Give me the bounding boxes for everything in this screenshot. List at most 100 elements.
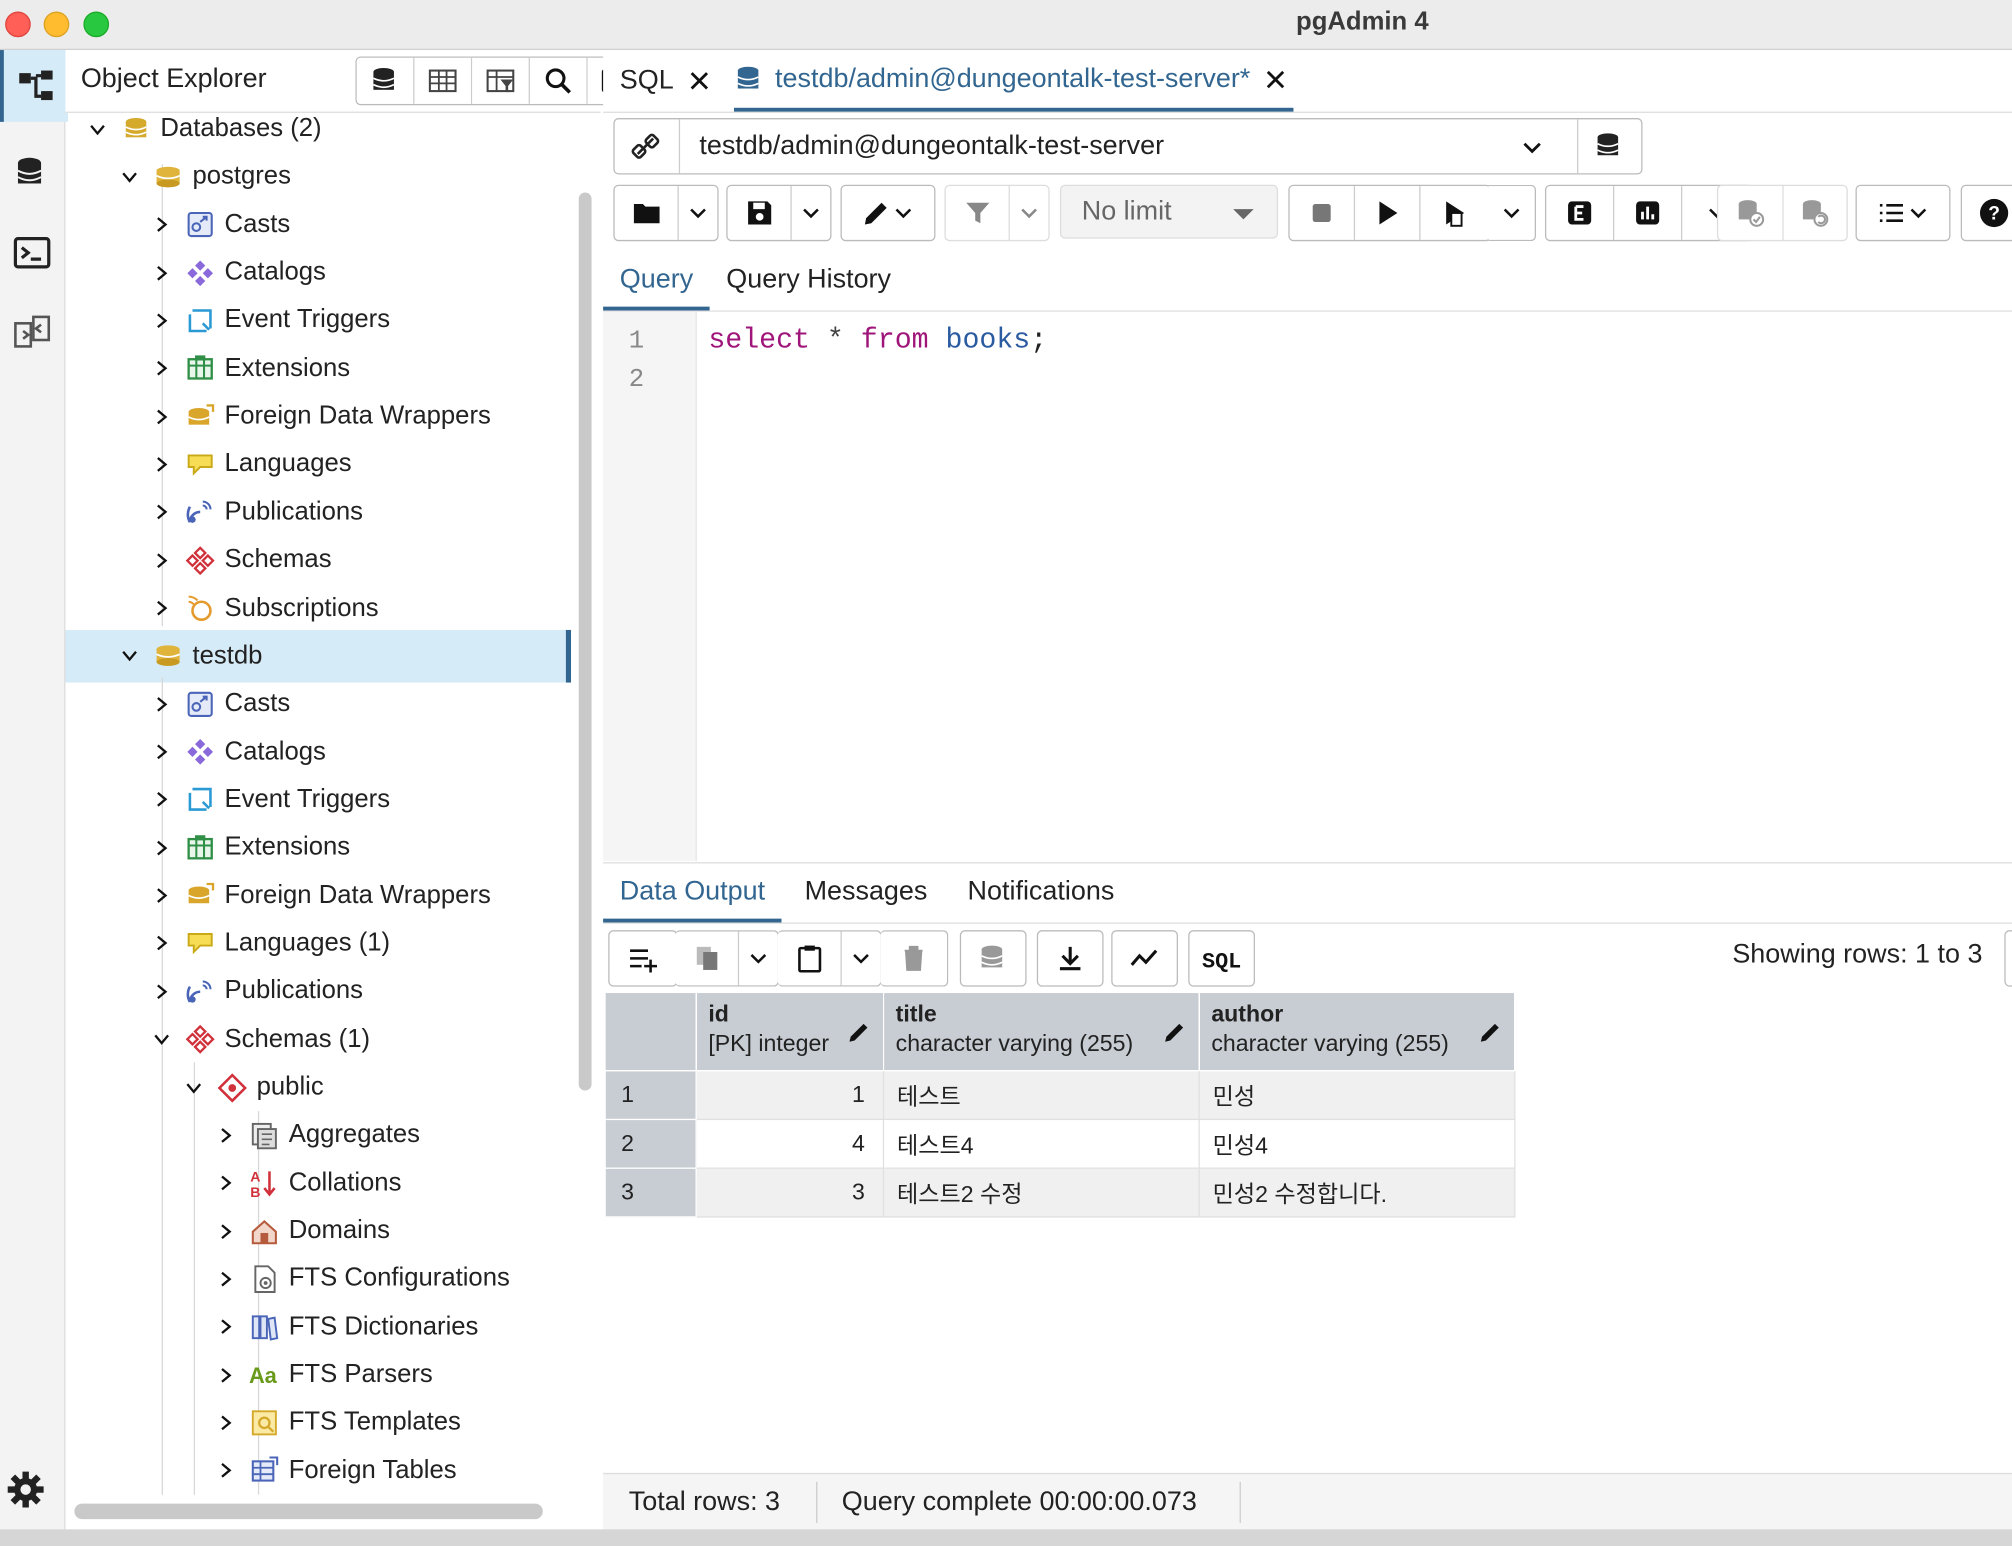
chevron-right-icon[interactable] (213, 1314, 239, 1340)
object-explorer-rail-button[interactable] (0, 50, 69, 122)
chevron-right-icon[interactable] (213, 1170, 239, 1196)
tree-node-pg-subscriptions[interactable]: Subscriptions (149, 584, 379, 631)
paste-button[interactable] (778, 931, 841, 985)
tree-node-domains[interactable]: Domains (213, 1207, 390, 1254)
tree-node-fts-configurations[interactable]: FTS Configurations (213, 1255, 510, 1302)
tree-node-fts-dictionaries[interactable]: FTS Dictionaries (213, 1303, 478, 1350)
tree-node-pg-fdw[interactable]: Foreign Data Wrappers (149, 393, 491, 440)
cell-id[interactable]: 3 (695, 1167, 885, 1218)
database-icon[interactable] (1594, 131, 1625, 162)
sql-editor[interactable]: 1 2 select * from books; (603, 311, 2012, 861)
tree-node-fts-templates[interactable]: FTS Templates (213, 1399, 461, 1446)
table-row[interactable]: 2 4 테스트4 민성4 (604, 1118, 1516, 1169)
tree-node-t-catalogs[interactable]: Catalogs (149, 728, 326, 775)
chevron-right-icon[interactable] (149, 547, 175, 573)
save-data-button[interactable] (959, 930, 1027, 987)
minimize-window-button[interactable] (43, 11, 70, 38)
chevron-right-icon[interactable] (149, 595, 175, 621)
execute-script-button[interactable] (1421, 186, 1490, 240)
graph-visualiser-button[interactable] (1111, 930, 1178, 987)
sql-button[interactable]: SQL (1188, 930, 1255, 987)
tree-node-t-fdw[interactable]: Foreign Data Wrappers (149, 872, 491, 919)
tree-node-pg-casts[interactable]: Casts (149, 201, 290, 248)
filtered-rows-button[interactable] (472, 57, 530, 104)
cell-title[interactable]: 테스트2 수정 (882, 1167, 1200, 1218)
rollback-button[interactable] (1783, 186, 1847, 240)
tree-node-pg-catalogs[interactable]: Catalogs (149, 249, 326, 296)
tab-query-history[interactable]: Query History (726, 251, 891, 307)
chevron-right-icon[interactable] (149, 308, 175, 334)
close-window-button[interactable] (5, 11, 31, 38)
save-file-button[interactable] (728, 186, 791, 240)
help-button[interactable]: ? (1960, 184, 2012, 242)
chevron-right-icon[interactable] (149, 404, 175, 430)
tab-query[interactable]: Query (603, 251, 710, 311)
tree-node-postgres[interactable]: postgres (117, 153, 291, 200)
chevron-right-icon[interactable] (149, 452, 175, 478)
tree-node-t-schemas[interactable]: Schemas (1) (149, 1016, 370, 1063)
tree-node-t-event-triggers[interactable]: Event Triggers (149, 776, 390, 823)
schema-diff-rail-button[interactable] (0, 296, 64, 368)
cell-author[interactable]: 민성 (1198, 1070, 1516, 1121)
tree-horizontal-scrollbar[interactable] (74, 1503, 543, 1520)
chevron-right-icon[interactable] (149, 739, 175, 765)
tree-node-collations[interactable]: A B Collations (213, 1159, 401, 1206)
cell-title[interactable]: 테스트 (882, 1070, 1200, 1121)
copy-button[interactable] (675, 931, 738, 985)
column-header-title[interactable]: title character varying (255) (882, 991, 1200, 1072)
tree-node-fts-parsers[interactable]: Aa FTS Parsers (213, 1351, 433, 1398)
row-number-header[interactable] (604, 991, 697, 1072)
chevron-right-icon[interactable] (149, 979, 175, 1005)
macros-button[interactable] (1855, 184, 1951, 242)
close-icon[interactable] (687, 68, 713, 94)
query-tool-rail-button[interactable] (0, 137, 64, 209)
gear-icon[interactable] (5, 1469, 46, 1510)
chevron-right-icon[interactable] (213, 1410, 239, 1436)
paste-options-button[interactable] (842, 931, 880, 985)
add-row-button[interactable] (608, 930, 678, 987)
chevron-down-icon[interactable] (117, 643, 143, 669)
filter-button[interactable] (946, 186, 1009, 240)
table-row[interactable]: 3 3 테스트2 수정 민성2 수정합니다. (604, 1167, 1516, 1218)
explain-button[interactable] (1546, 186, 1613, 240)
tree-node-pg-languages[interactable]: Languages (149, 441, 352, 488)
delete-row-button[interactable] (880, 930, 949, 987)
tree-vertical-scrollbar[interactable] (578, 192, 592, 1091)
open-file-menu-button[interactable] (679, 186, 717, 240)
download-button[interactable] (1036, 930, 1104, 987)
row-limit-select[interactable]: No limit (1059, 184, 1279, 239)
chevron-right-icon[interactable] (149, 499, 175, 525)
cancel-query-button[interactable] (1290, 186, 1354, 240)
row-number[interactable]: 3 (604, 1167, 697, 1218)
open-file-button[interactable] (615, 186, 678, 240)
edit-menu-button[interactable] (840, 184, 936, 242)
tab-query-tool[interactable]: testdb/admin@dungeontalk-test-server* (733, 50, 1294, 112)
chevron-right-icon[interactable] (213, 1458, 239, 1484)
copy-options-button[interactable] (740, 931, 778, 985)
tab-sql[interactable]: SQL (620, 50, 712, 112)
chevron-down-icon[interactable] (117, 164, 143, 190)
cell-id[interactable]: 4 (695, 1118, 885, 1169)
chevron-down-icon[interactable] (149, 1027, 175, 1053)
tree-node-t-casts[interactable]: Casts (149, 680, 290, 727)
connection-selector[interactable]: testdb/admin@dungeontalk-test-server (613, 118, 1643, 175)
cell-author[interactable]: 민성4 (1198, 1118, 1516, 1169)
pagination-button[interactable] (2004, 930, 2012, 987)
table-row[interactable]: 1 1 테스트 민성 (604, 1070, 1516, 1121)
tree-node-testdb[interactable]: testdb (117, 632, 262, 679)
explain-analyze-button[interactable] (1614, 186, 1681, 240)
chevron-down-icon[interactable] (181, 1075, 207, 1101)
tree-node-pg-publications[interactable]: Publications (149, 489, 363, 536)
tree-node-t-publications[interactable]: Publications (149, 968, 363, 1015)
column-header-id[interactable]: id [PK] integer (695, 991, 885, 1072)
commit-button[interactable] (1718, 186, 1782, 240)
chevron-right-icon[interactable] (149, 212, 175, 238)
cell-id[interactable]: 1 (695, 1070, 885, 1121)
tree-node-t-languages[interactable]: Languages (1) (149, 920, 390, 967)
tab-messages[interactable]: Messages (805, 863, 928, 919)
tree-node-pg-event-triggers[interactable]: Event Triggers (149, 297, 390, 344)
search-objects-button[interactable] (529, 57, 588, 104)
tree-node-foreign-tables[interactable]: Foreign Tables (213, 1447, 457, 1494)
cell-author[interactable]: 민성2 수정합니다. (1198, 1167, 1516, 1218)
psql-tool-rail-button[interactable] (0, 217, 64, 289)
